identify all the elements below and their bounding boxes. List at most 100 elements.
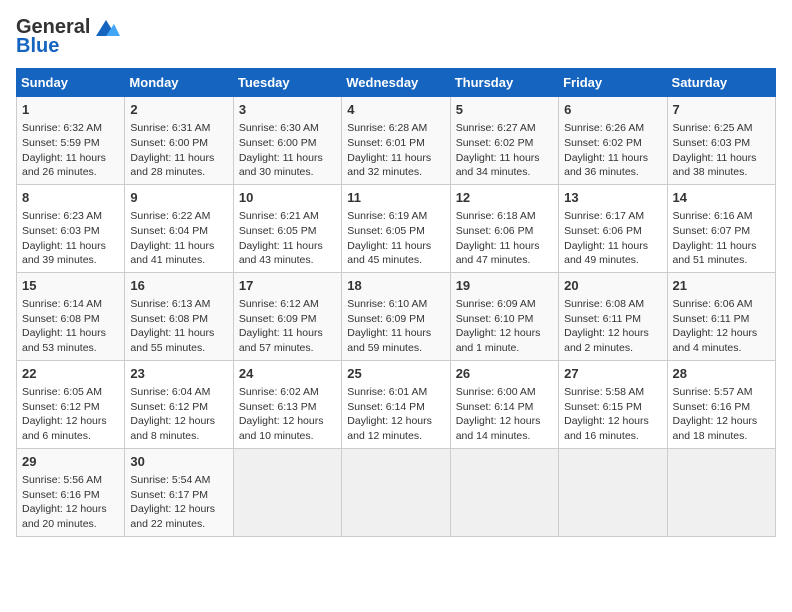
day-number: 28 <box>673 365 770 383</box>
day-info: Sunrise: 6:21 AM Sunset: 6:05 PM Dayligh… <box>239 209 336 268</box>
calendar-cell: 14 Sunrise: 6:16 AM Sunset: 6:07 PM Dayli… <box>667 184 775 272</box>
day-number: 23 <box>130 365 227 383</box>
calendar-week-5: 29 Sunrise: 5:56 AM Sunset: 6:16 PM Dayli… <box>17 448 776 536</box>
calendar-cell: 6Sunrise: 6:26 AM Sunset: 6:02 PM Daylig… <box>559 97 667 185</box>
day-info: Sunrise: 6:02 AM Sunset: 6:13 PM Dayligh… <box>239 385 336 444</box>
day-info: Sunrise: 5:56 AM Sunset: 6:16 PM Dayligh… <box>22 473 119 532</box>
day-number: 9 <box>130 189 227 207</box>
calendar-cell: 19 Sunrise: 6:09 AM Sunset: 6:10 PM Dayli… <box>450 272 558 360</box>
calendar-cell: 16 Sunrise: 6:13 AM Sunset: 6:08 PM Dayli… <box>125 272 233 360</box>
calendar-header-row: SundayMondayTuesdayWednesdayThursdayFrid… <box>17 69 776 97</box>
calendar-cell: 22 Sunrise: 6:05 AM Sunset: 6:12 PM Dayli… <box>17 360 125 448</box>
day-header-sunday: Sunday <box>17 69 125 97</box>
day-info: Sunrise: 6:00 AM Sunset: 6:14 PM Dayligh… <box>456 385 553 444</box>
day-number: 7 <box>673 101 770 119</box>
day-number: 5 <box>456 101 553 119</box>
day-info: Sunrise: 6:06 AM Sunset: 6:11 PM Dayligh… <box>673 297 770 356</box>
calendar-cell: 2 Sunrise: 6:31 AM Sunset: 6:00 PM Daylig… <box>125 97 233 185</box>
day-info: Sunrise: 6:28 AM Sunset: 6:01 PM Dayligh… <box>347 121 444 180</box>
day-info: Sunrise: 6:05 AM Sunset: 6:12 PM Dayligh… <box>22 385 119 444</box>
calendar-cell: 29 Sunrise: 5:56 AM Sunset: 6:16 PM Dayli… <box>17 448 125 536</box>
day-info: Sunrise: 6:19 AM Sunset: 6:05 PM Dayligh… <box>347 209 444 268</box>
day-info: Sunrise: 5:54 AM Sunset: 6:17 PM Dayligh… <box>130 473 227 532</box>
day-number: 29 <box>22 453 119 471</box>
calendar-cell: 20Sunrise: 6:08 AM Sunset: 6:11 PM Dayli… <box>559 272 667 360</box>
day-info: Sunrise: 6:18 AM Sunset: 6:06 PM Dayligh… <box>456 209 553 268</box>
calendar-cell: 4 Sunrise: 6:28 AM Sunset: 6:01 PM Daylig… <box>342 97 450 185</box>
day-number: 6 <box>564 101 661 119</box>
day-header-tuesday: Tuesday <box>233 69 341 97</box>
day-info: Sunrise: 6:09 AM Sunset: 6:10 PM Dayligh… <box>456 297 553 356</box>
day-number: 10 <box>239 189 336 207</box>
calendar-cell <box>559 448 667 536</box>
day-number: 26 <box>456 365 553 383</box>
day-number: 12 <box>456 189 553 207</box>
day-number: 17 <box>239 277 336 295</box>
day-number: 24 <box>239 365 336 383</box>
calendar-week-4: 22 Sunrise: 6:05 AM Sunset: 6:12 PM Dayli… <box>17 360 776 448</box>
day-info: Sunrise: 6:32 AM Sunset: 5:59 PM Dayligh… <box>22 121 119 180</box>
day-number: 8 <box>22 189 119 207</box>
day-header-wednesday: Wednesday <box>342 69 450 97</box>
day-number: 30 <box>130 453 227 471</box>
calendar-cell: 23 Sunrise: 6:04 AM Sunset: 6:12 PM Dayli… <box>125 360 233 448</box>
logo: General Blue <box>16 16 120 58</box>
day-info: Sunrise: 6:25 AM Sunset: 6:03 PM Dayligh… <box>673 121 770 180</box>
day-number: 11 <box>347 189 444 207</box>
calendar-table: SundayMondayTuesdayWednesdayThursdayFrid… <box>16 68 776 537</box>
calendar-cell: 15 Sunrise: 6:14 AM Sunset: 6:08 PM Dayli… <box>17 272 125 360</box>
calendar-cell: 17 Sunrise: 6:12 AM Sunset: 6:09 PM Dayli… <box>233 272 341 360</box>
day-number: 20 <box>564 277 661 295</box>
calendar-cell: 28 Sunrise: 5:57 AM Sunset: 6:16 PM Dayli… <box>667 360 775 448</box>
day-info: Sunrise: 6:10 AM Sunset: 6:09 PM Dayligh… <box>347 297 444 356</box>
day-number: 1 <box>22 101 119 119</box>
day-number: 16 <box>130 277 227 295</box>
calendar-cell: 21 Sunrise: 6:06 AM Sunset: 6:11 PM Dayli… <box>667 272 775 360</box>
day-info: Sunrise: 6:27 AM Sunset: 6:02 PM Dayligh… <box>456 121 553 180</box>
day-header-thursday: Thursday <box>450 69 558 97</box>
day-number: 19 <box>456 277 553 295</box>
day-info: Sunrise: 6:12 AM Sunset: 6:09 PM Dayligh… <box>239 297 336 356</box>
calendar-cell <box>450 448 558 536</box>
day-number: 4 <box>347 101 444 119</box>
day-header-monday: Monday <box>125 69 233 97</box>
day-number: 2 <box>130 101 227 119</box>
calendar-cell: 13Sunrise: 6:17 AM Sunset: 6:06 PM Dayli… <box>559 184 667 272</box>
day-number: 14 <box>673 189 770 207</box>
day-number: 15 <box>22 277 119 295</box>
day-number: 3 <box>239 101 336 119</box>
day-info: Sunrise: 5:57 AM Sunset: 6:16 PM Dayligh… <box>673 385 770 444</box>
day-header-saturday: Saturday <box>667 69 775 97</box>
calendar-cell <box>342 448 450 536</box>
day-info: Sunrise: 6:13 AM Sunset: 6:08 PM Dayligh… <box>130 297 227 356</box>
calendar-cell <box>233 448 341 536</box>
calendar-cell: 7 Sunrise: 6:25 AM Sunset: 6:03 PM Daylig… <box>667 97 775 185</box>
day-info: Sunrise: 6:30 AM Sunset: 6:00 PM Dayligh… <box>239 121 336 180</box>
calendar-cell: 3 Sunrise: 6:30 AM Sunset: 6:00 PM Daylig… <box>233 97 341 185</box>
calendar-cell: 27 Sunrise: 5:58 AM Sunset: 6:15 PM Dayli… <box>559 360 667 448</box>
day-info: Sunrise: 6:16 AM Sunset: 6:07 PM Dayligh… <box>673 209 770 268</box>
calendar-week-1: 1 Sunrise: 6:32 AM Sunset: 5:59 PM Daylig… <box>17 97 776 185</box>
calendar-cell <box>667 448 775 536</box>
day-info: Sunrise: 6:14 AM Sunset: 6:08 PM Dayligh… <box>22 297 119 356</box>
calendar-cell: 5 Sunrise: 6:27 AM Sunset: 6:02 PM Daylig… <box>450 97 558 185</box>
logo-blue: Blue <box>16 35 59 58</box>
day-number: 18 <box>347 277 444 295</box>
calendar-cell: 9Sunrise: 6:22 AM Sunset: 6:04 PM Daylig… <box>125 184 233 272</box>
calendar-cell: 25Sunrise: 6:01 AM Sunset: 6:14 PM Dayli… <box>342 360 450 448</box>
day-info: Sunrise: 5:58 AM Sunset: 6:15 PM Dayligh… <box>564 385 661 444</box>
calendar-cell: 24 Sunrise: 6:02 AM Sunset: 6:13 PM Dayli… <box>233 360 341 448</box>
calendar-cell: 26 Sunrise: 6:00 AM Sunset: 6:14 PM Dayli… <box>450 360 558 448</box>
day-number: 21 <box>673 277 770 295</box>
calendar-cell: 30 Sunrise: 5:54 AM Sunset: 6:17 PM Dayli… <box>125 448 233 536</box>
day-info: Sunrise: 6:17 AM Sunset: 6:06 PM Dayligh… <box>564 209 661 268</box>
calendar-cell: 10 Sunrise: 6:21 AM Sunset: 6:05 PM Dayli… <box>233 184 341 272</box>
calendar-week-2: 8Sunrise: 6:23 AM Sunset: 6:03 PM Daylig… <box>17 184 776 272</box>
day-number: 22 <box>22 365 119 383</box>
calendar-cell: 12 Sunrise: 6:18 AM Sunset: 6:06 PM Dayli… <box>450 184 558 272</box>
day-info: Sunrise: 6:31 AM Sunset: 6:00 PM Dayligh… <box>130 121 227 180</box>
day-info: Sunrise: 6:04 AM Sunset: 6:12 PM Dayligh… <box>130 385 227 444</box>
logo-icon <box>92 18 120 38</box>
page-header: General Blue <box>16 16 776 58</box>
day-number: 27 <box>564 365 661 383</box>
